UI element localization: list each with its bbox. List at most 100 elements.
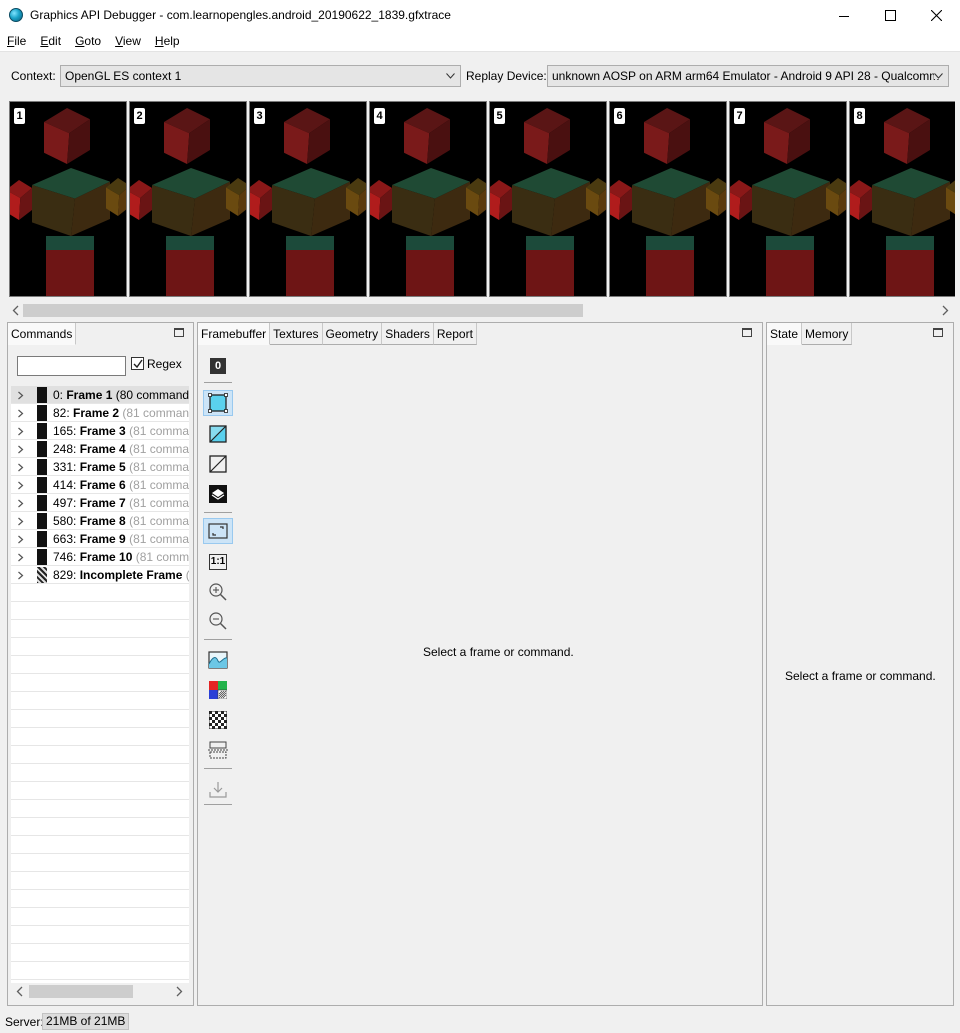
frame-thumbnail-icon	[37, 567, 47, 583]
cube-right	[946, 180, 955, 215]
tree-row[interactable]: 0: Frame 1 (80 commands)	[11, 386, 189, 404]
cube-left	[850, 180, 872, 220]
menu-item[interactable]: Help	[148, 31, 187, 51]
chevron-right-icon[interactable]	[17, 571, 24, 580]
minimize-button[interactable]	[821, 0, 867, 31]
tab-geometry[interactable]: Geometry	[322, 323, 383, 345]
tree-row-label: 331: Frame 5 (81 commands)	[53, 458, 189, 475]
command-search-input[interactable]	[17, 356, 126, 376]
frame-name: Incomplete Frame	[79, 568, 183, 582]
context-label: Context:	[11, 69, 56, 83]
scrollbar-thumb[interactable]	[29, 985, 133, 998]
frame-thumbnail-strip: 1 2 3 4 5 6 7 8	[9, 101, 955, 297]
tab-memory[interactable]: Memory	[802, 323, 853, 345]
menu-item[interactable]: Edit	[33, 31, 68, 51]
frame-thumbnail[interactable]: 1	[9, 101, 127, 297]
wireframe-all-button[interactable]	[203, 451, 233, 477]
menu-item[interactable]: Goto	[68, 31, 108, 51]
zoom-in-button[interactable]	[203, 579, 233, 605]
frame-number-badge: 1	[14, 108, 25, 124]
regex-checkbox[interactable]	[131, 357, 144, 370]
frame-thumbnail-icon	[37, 549, 47, 565]
tree-row[interactable]: 331: Frame 5 (81 commands)	[11, 458, 189, 476]
scroll-left-icon[interactable]	[11, 305, 21, 316]
frame-thumbnail[interactable]: 4	[369, 101, 487, 297]
menu-mnemonic: V	[115, 34, 123, 48]
tree-row[interactable]: 829: Incomplete Frame (	[11, 566, 189, 584]
checkerboard-button[interactable]	[203, 707, 233, 733]
tree-row[interactable]: 746: Frame 10 (81 commands)	[11, 548, 189, 566]
menu-item[interactable]: File	[0, 31, 33, 51]
scroll-right-icon[interactable]	[940, 305, 950, 316]
zoom-out-button[interactable]	[203, 608, 233, 634]
frame-name: Frame 9	[79, 532, 126, 546]
frame-thumbnail[interactable]: 2	[129, 101, 247, 297]
tree-row[interactable]: 663: Frame 9 (81 commands)	[11, 530, 189, 548]
wireframe-overlay-button[interactable]	[203, 421, 233, 447]
maximize-panel-icon[interactable]	[742, 328, 752, 337]
chevron-down-icon	[446, 73, 455, 79]
scroll-left-icon[interactable]	[15, 986, 25, 997]
flip-vertical-button[interactable]	[203, 737, 233, 763]
actual-size-button[interactable]: 1:1	[203, 549, 233, 575]
maximize-panel-icon[interactable]	[933, 328, 943, 337]
tab-shaders[interactable]: Shaders	[382, 323, 434, 345]
frame-thumbnail[interactable]: 5	[489, 101, 607, 297]
chevron-right-icon[interactable]	[17, 535, 24, 544]
save-image-button[interactable]	[203, 777, 233, 803]
tab-report[interactable]: Report	[433, 323, 477, 345]
chevron-right-icon[interactable]	[17, 553, 24, 562]
overdraw-layers-icon	[209, 485, 227, 503]
chevron-right-icon[interactable]	[17, 499, 24, 508]
empty-row	[11, 710, 189, 728]
chevron-right-icon[interactable]	[17, 445, 24, 454]
replay-device-select[interactable]: unknown AOSP on ARM arm64 Emulator - And…	[547, 65, 949, 87]
tab-commands[interactable]: Commands	[8, 323, 77, 345]
empty-row	[11, 836, 189, 854]
wireframe-none-button[interactable]	[203, 390, 233, 416]
close-button[interactable]	[913, 0, 959, 31]
empty-row	[11, 944, 189, 962]
tree-row[interactable]: 497: Frame 7 (81 commands)	[11, 494, 189, 512]
tree-row[interactable]: 248: Frame 4 (81 commands)	[11, 440, 189, 458]
context-select[interactable]: OpenGL ES context 1	[60, 65, 461, 87]
frame-name: Frame 7	[79, 496, 126, 510]
tree-row[interactable]: 82: Frame 2 (81 commands)	[11, 404, 189, 422]
tree-row[interactable]: 414: Frame 6 (81 commands)	[11, 476, 189, 494]
maximize-button[interactable]	[867, 0, 913, 31]
fit-to-window-button[interactable]	[203, 518, 233, 544]
tab-framebuffer[interactable]: Framebuffer	[198, 323, 271, 345]
empty-row	[11, 818, 189, 836]
command-index: 248:	[53, 442, 80, 456]
chevron-right-icon[interactable]	[17, 409, 24, 418]
chevron-right-icon[interactable]	[17, 481, 24, 490]
chevron-right-icon[interactable]	[17, 463, 24, 472]
maximize-panel-icon[interactable]	[174, 328, 184, 337]
tree-row-label: 746: Frame 10 (81 commands)	[53, 548, 189, 565]
tree-row[interactable]: 580: Frame 8 (81 commands)	[11, 512, 189, 530]
tree-row[interactable]: 165: Frame 3 (81 commands)	[11, 422, 189, 440]
cube-right	[706, 178, 726, 216]
tab-state[interactable]: State	[767, 323, 803, 345]
command-tree-scrollbar[interactable]	[11, 983, 189, 1000]
attachment-0-button[interactable]: 0	[203, 353, 233, 379]
shaded-mode-icon	[208, 393, 228, 413]
tab-textures[interactable]: Textures	[270, 323, 323, 345]
chevron-right-icon[interactable]	[17, 427, 24, 436]
histogram-button[interactable]	[203, 647, 233, 673]
thumbnail-scrollbar[interactable]	[9, 302, 955, 319]
scrollbar-thumb[interactable]	[23, 304, 583, 317]
overdraw-button[interactable]	[203, 481, 233, 507]
menu-item[interactable]: View	[108, 31, 148, 51]
frame-thumbnail[interactable]: 6	[609, 101, 727, 297]
frame-thumbnail[interactable]: 8	[849, 101, 955, 297]
status-bar	[0, 1010, 960, 1033]
scroll-right-icon[interactable]	[174, 986, 184, 997]
chevron-right-icon[interactable]	[17, 517, 24, 526]
chevron-right-icon[interactable]	[17, 391, 24, 400]
color-channels-button[interactable]	[203, 677, 233, 703]
frame-thumbnail[interactable]: 3	[249, 101, 367, 297]
empty-row	[11, 890, 189, 908]
frame-thumbnail[interactable]: 7	[729, 101, 847, 297]
tree-row-label: 414: Frame 6 (81 commands)	[53, 476, 189, 493]
